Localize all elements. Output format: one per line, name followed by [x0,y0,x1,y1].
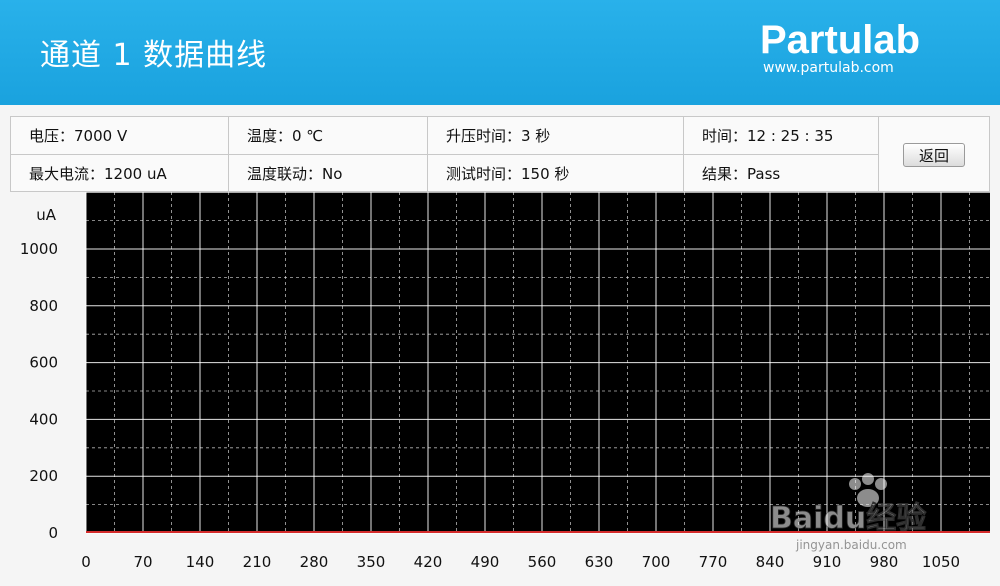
x-tick-label: 70 [133,553,152,571]
info-panel: 电压：7000 V 温度：0 ℃ 升压时间：3 秒 时间：12 : 25 : 3… [10,116,990,192]
watermark-text: Baidu经验 [770,501,926,536]
x-tick-label: 630 [585,553,614,571]
y-axis-ticks: 0 200 400 600 800 1000 [20,240,58,542]
x-tick-label: 770 [699,553,728,571]
chart-area: uA 0 200 400 600 800 1000 0 70 140 210 280 350 420 4… [10,191,990,582]
watermark-url: jingyan.baidu.com [795,538,907,552]
temp-linkage-value: 温度联动：No [229,154,428,192]
voltage-value: 电压：7000 V [11,117,229,155]
ramp-time-value: 升压时间：3 秒 [428,117,684,155]
x-tick-label: 700 [642,553,671,571]
test-time-value: 测试时间：150 秒 [428,154,684,192]
x-tick-label: 350 [357,553,386,571]
y-tick-label: 600 [29,354,58,372]
page-title: 通道 1 数据曲线 [40,38,268,73]
back-cell: 返回 [879,117,989,191]
x-tick-label: 420 [414,553,443,571]
y-tick-label: 1000 [20,240,58,258]
temperature-value: 温度：0 ℃ [229,117,428,155]
current-chart: uA 0 200 400 600 800 1000 0 70 140 210 280 350 420 4… [20,191,990,571]
x-tick-label: 210 [243,553,272,571]
result-value: 结果：Pass [684,154,879,192]
y-tick-label: 400 [29,410,58,428]
y-tick-label: 800 [29,297,58,315]
x-tick-label: 1050 [922,553,960,571]
brand-url: www.partulab.com [763,60,894,76]
brand-logo: Partulab [760,18,921,62]
y-axis-label: uA [36,206,57,224]
y-tick-label: 0 [48,524,58,542]
x-tick-label: 490 [471,553,500,571]
x-tick-label: 840 [756,553,785,571]
x-axis-ticks: 0 70 140 210 280 350 420 490 560 630 700 770 840 910 9… [81,553,960,571]
clock-value: 时间：12 : 25 : 35 [684,117,879,155]
x-tick-label: 0 [81,553,91,571]
max-current-value: 最大电流：1200 uA [11,154,229,192]
x-tick-label: 560 [528,553,557,571]
y-tick-label: 200 [29,467,58,485]
x-tick-label: 140 [186,553,215,571]
x-tick-label: 910 [813,553,842,571]
x-tick-label: 980 [870,553,899,571]
back-button[interactable]: 返回 [903,143,965,167]
header-bar: 通道 1 数据曲线 Partulab www.partulab.com [0,0,1000,105]
x-tick-label: 280 [300,553,329,571]
